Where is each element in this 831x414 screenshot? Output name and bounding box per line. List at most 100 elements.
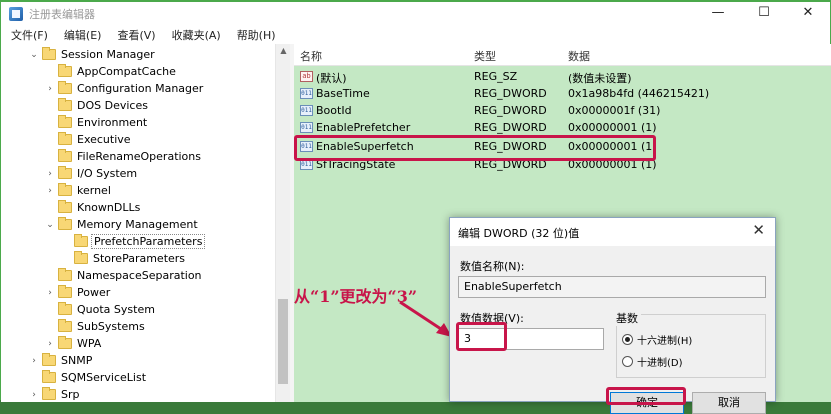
folder-icon <box>58 200 72 213</box>
folder-icon <box>74 251 88 264</box>
window-title: 注册表编辑器 <box>29 8 95 21</box>
dialog-close-button[interactable]: ✕ <box>752 221 765 239</box>
tree-item-power[interactable]: › Power <box>45 284 112 301</box>
tree-item-label: Memory Management <box>77 218 198 231</box>
tree-item-memory-management[interactable]: ⌄ Memory Management <box>45 216 200 233</box>
tree-item-prefetchparameters[interactable]: PrefetchParameters <box>61 233 206 250</box>
tree-item-label: Quota System <box>77 303 155 316</box>
column-header-name[interactable]: 名称 <box>300 48 322 64</box>
maximize-button[interactable]: ☐ <box>741 2 787 24</box>
annotation-arrow-icon <box>399 300 452 337</box>
close-button[interactable]: ✕ <box>785 2 831 24</box>
tree-item-namespaceseparation[interactable]: NamespaceSeparation <box>45 267 204 284</box>
list-row[interactable]: ab (默认) REG_SZ (数值未设置) <box>294 68 831 86</box>
dword-value-icon: 011 <box>300 105 313 116</box>
base-label: 基数 <box>616 310 641 326</box>
tree-item-filerenameoperations[interactable]: FileRenameOperations <box>45 148 203 165</box>
expand-arrow-icon[interactable]: › <box>45 169 55 179</box>
tree-item-appcompatcache[interactable]: AppCompatCache <box>45 63 178 80</box>
value-type: REG_DWORD <box>474 87 547 100</box>
value-name-field[interactable]: EnableSuperfetch <box>458 276 766 298</box>
tree-item-dos-devices[interactable]: DOS Devices <box>45 97 150 114</box>
tree-item-label: FileRenameOperations <box>77 150 201 163</box>
dialog-title: 编辑 DWORD (32 位)值 <box>458 227 580 240</box>
tree-item-kernel[interactable]: › kernel <box>45 182 113 199</box>
tree-item-knowndlls[interactable]: KnownDLLs <box>45 199 142 216</box>
expand-arrow-icon[interactable]: › <box>45 84 55 94</box>
menu-help[interactable]: 帮助(H) <box>231 27 282 43</box>
menu-view[interactable]: 查看(V) <box>111 27 161 43</box>
value-type: REG_DWORD <box>474 121 547 134</box>
expand-arrow-icon[interactable]: › <box>29 356 39 366</box>
value-data: (数值未设置) <box>568 72 632 85</box>
highlight-box-value-data <box>456 322 507 351</box>
menu-edit[interactable]: 编辑(E) <box>58 27 108 43</box>
list-row[interactable]: 011 BootId REG_DWORD 0x0000001f (31) <box>294 102 831 120</box>
tree-item-environment[interactable]: Environment <box>45 114 149 131</box>
folder-icon <box>58 268 72 281</box>
expand-arrow-icon[interactable]: ⌄ <box>45 220 55 230</box>
dword-value-icon: 011 <box>300 88 313 99</box>
column-header-type[interactable]: 类型 <box>474 48 496 64</box>
radio-hex[interactable]: 十六进制(H) <box>622 332 692 347</box>
tree-item-label: SNMP <box>61 354 93 367</box>
tree-item-wpa[interactable]: › WPA <box>45 335 103 352</box>
tree-scrollbar[interactable]: ▲ <box>275 44 290 402</box>
value-name-label: 数值名称(N): <box>460 260 525 273</box>
expand-arrow-icon[interactable]: › <box>45 186 55 196</box>
radio-dec[interactable]: 十进制(D) <box>622 354 683 369</box>
tree-item-label: Session Manager <box>61 48 155 61</box>
column-header-data[interactable]: 数据 <box>568 48 590 64</box>
minimize-button[interactable]: — <box>695 2 741 24</box>
tree-item-session-manager[interactable]: ⌄ Session Manager <box>29 46 157 63</box>
folder-icon <box>58 132 72 145</box>
tree-item-label: kernel <box>77 184 111 197</box>
tree-item-storeparameters[interactable]: StoreParameters <box>61 250 187 267</box>
tree-item-snmp[interactable]: › SNMP <box>29 352 94 369</box>
radio-dec-label: 十进制(D) <box>637 358 683 369</box>
radio-hex-label: 十六进制(H) <box>637 336 693 347</box>
tree-item-sqmservicelist[interactable]: SQMServiceList <box>29 369 148 386</box>
highlight-box-ok-button <box>606 387 686 405</box>
registry-editor-window: 注册表编辑器 — ☐ ✕ 文件(F) 编辑(E) 查看(V) 收藏夹(A) 帮助… <box>0 0 831 414</box>
tree-item-label: Environment <box>77 116 148 129</box>
list-row[interactable]: 011 BaseTime REG_DWORD 0x1a98b4fd (44621… <box>294 85 831 103</box>
string-value-icon: ab <box>300 71 313 82</box>
scroll-up-arrow-icon[interactable]: ▲ <box>276 46 291 55</box>
tree-item-label: StoreParameters <box>93 252 186 265</box>
title-bar: 注册表编辑器 — ☐ ✕ <box>1 2 830 26</box>
folder-open-icon <box>74 234 88 247</box>
expand-arrow-icon[interactable]: › <box>29 390 39 400</box>
value-name: BootId <box>316 104 352 117</box>
menu-favorites[interactable]: 收藏夹(A) <box>166 27 227 43</box>
radio-selected-icon[interactable] <box>622 334 633 345</box>
value-name: (默认) <box>316 72 347 85</box>
tree-item-executive[interactable]: Executive <box>45 131 133 148</box>
folder-icon <box>42 353 56 366</box>
expand-arrow-icon[interactable]: ⌄ <box>29 50 39 60</box>
menu-bar: 文件(F) 编辑(E) 查看(V) 收藏夹(A) 帮助(H) <box>1 26 830 44</box>
folder-icon <box>58 98 72 111</box>
expand-arrow-icon[interactable]: › <box>45 288 55 298</box>
tree-item-label: DOS Devices <box>77 99 148 112</box>
value-name: EnablePrefetcher <box>316 121 411 134</box>
folder-icon <box>58 319 72 332</box>
menu-file[interactable]: 文件(F) <box>5 27 54 43</box>
radio-unselected-icon[interactable] <box>622 356 633 367</box>
list-header: 名称 类型 数据 <box>294 44 831 66</box>
tree-item-label: Executive <box>77 133 131 146</box>
registry-editor-icon <box>9 7 23 21</box>
folder-icon <box>58 302 72 315</box>
tree-item-quota-system[interactable]: Quota System <box>45 301 157 318</box>
value-type: REG_SZ <box>474 70 518 83</box>
tree-item-label: AppCompatCache <box>77 65 176 78</box>
cancel-button[interactable]: 取消 <box>692 392 766 414</box>
tree-item-io-system[interactable]: › I/O System <box>45 165 139 182</box>
scrollbar-thumb[interactable] <box>278 299 288 384</box>
value-name: BaseTime <box>316 87 370 100</box>
tree-item-configuration-manager[interactable]: › Configuration Manager <box>45 80 205 97</box>
tree-item-subsystems[interactable]: SubSystems <box>45 318 147 335</box>
folder-icon <box>58 81 72 94</box>
expand-arrow-icon[interactable]: › <box>45 339 55 349</box>
tree-item-label: Srp <box>61 388 80 401</box>
